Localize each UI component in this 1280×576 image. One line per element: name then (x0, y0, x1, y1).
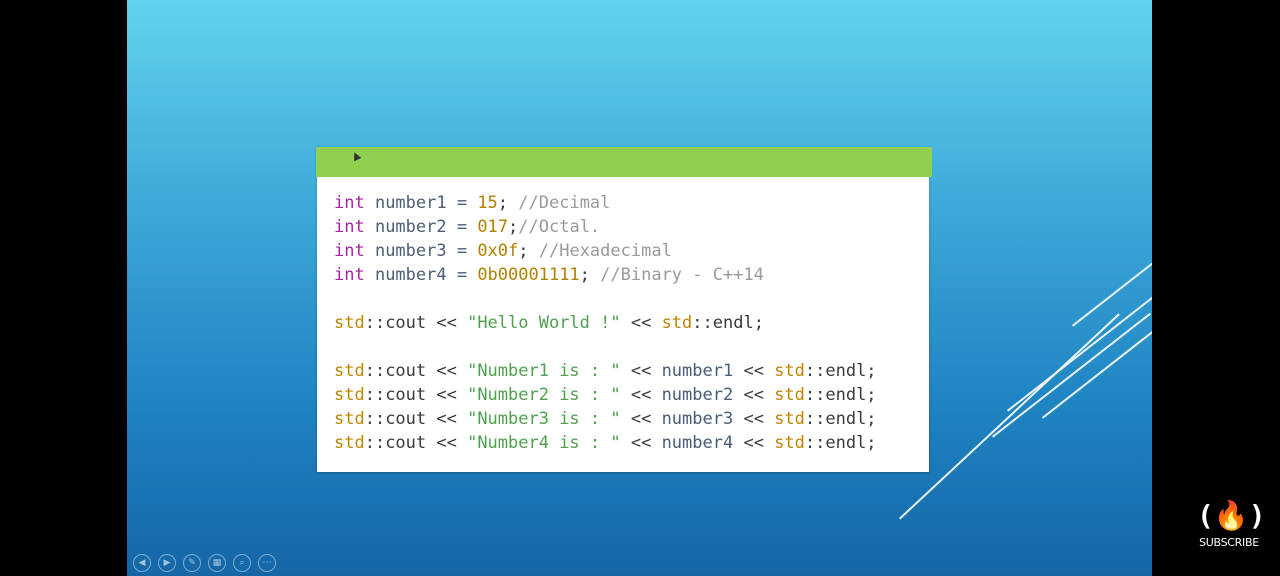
code-line: std::cout << "Hello World !" << std::end… (334, 311, 877, 335)
code-token: ::cout << (364, 409, 468, 429)
code-snippet-box: int number1 = 15; //Decimal int number2 =… (316, 147, 932, 472)
code-token: << (620, 385, 662, 405)
freecodecamp-subscribe-badge[interactable]: (🔥) SUBSCRIBE (1197, 492, 1266, 556)
code-token: << (733, 409, 775, 429)
code-token: ; (518, 241, 539, 261)
code-body: int number1 = 15; //Decimal int number2 =… (334, 191, 877, 455)
code-token: int (334, 265, 365, 285)
code-token: << (620, 409, 662, 429)
code-token: ::cout << (364, 385, 468, 405)
code-token: int (334, 217, 365, 237)
code-token: 0b00001111 (477, 265, 580, 285)
code-token: //Hexadecimal (538, 241, 672, 261)
code-token: 017 (477, 217, 509, 237)
code-token: std (334, 313, 365, 333)
code-token: "Number1 is : " (467, 361, 621, 381)
code-token: //Binary - C++14 (600, 265, 764, 285)
code-token: std (334, 409, 365, 429)
code-line: std::cout << "Number3 is : " << number3 … (334, 407, 877, 431)
code-token: std (334, 433, 365, 453)
code-line: int number3 = 0x0f; //Hexadecimal (334, 239, 877, 263)
code-token: number4 = (364, 265, 478, 285)
freecodecamp-logo-icon: (🔥) (1197, 499, 1266, 532)
code-token: "Hello World !" (467, 313, 621, 333)
code-token: std (334, 385, 365, 405)
code-box-header-bar (316, 147, 932, 177)
code-token: ::cout << (364, 313, 468, 333)
code-token: number2 (661, 385, 734, 405)
code-token: std (774, 385, 805, 405)
code-token: "Number2 is : " (467, 385, 621, 405)
code-line: std::cout << "Number4 is : " << number4 … (334, 431, 877, 455)
code-token: << (733, 433, 775, 453)
code-token: "Number4 is : " (467, 433, 621, 453)
slides-grid-icon[interactable]: ▦ (208, 554, 226, 572)
code-token: ; (497, 193, 519, 213)
code-token: int (334, 193, 365, 213)
code-token: ::endl; (804, 409, 877, 429)
slideshow-nav-bar: ◀ ▶ ✎ ▦ ⌕ ⋯ (133, 554, 276, 572)
zoom-icon[interactable]: ⌕ (233, 554, 251, 572)
code-token: //Octal. (518, 217, 601, 237)
code-token: ::endl; (692, 313, 764, 333)
pen-icon[interactable]: ✎ (183, 554, 201, 572)
decorative-line (1007, 296, 1152, 412)
code-token: number1 = (364, 193, 478, 213)
code-token: ::cout << (364, 361, 468, 381)
code-token: << (620, 313, 662, 333)
code-line: int number4 = 0b00001111; //Binary - C++… (334, 263, 877, 287)
code-token: ::endl; (804, 361, 877, 381)
decorative-line (992, 312, 1151, 438)
code-token: number3 (661, 409, 734, 429)
code-line: int number1 = 15; //Decimal (334, 191, 877, 215)
code-token: ::cout << (364, 433, 468, 453)
code-token: number2 = (364, 217, 478, 237)
code-token: number3 = (364, 241, 478, 261)
code-token: << (620, 433, 662, 453)
code-token: "Number3 is : " (467, 409, 621, 429)
subscribe-label: SUBSCRIBE (1199, 536, 1259, 549)
decorative-line (1072, 257, 1152, 327)
code-token: number4 (661, 433, 734, 453)
more-options-icon[interactable]: ⋯ (258, 554, 276, 572)
code-token: << (620, 361, 662, 381)
code-token: int (334, 241, 365, 261)
code-token: std (661, 313, 693, 333)
code-token: 0x0f (477, 241, 519, 261)
decorative-line (899, 313, 1120, 520)
code-token: number1 (661, 361, 734, 381)
code-token: ; (579, 265, 601, 285)
code-token: ::endl; (804, 385, 877, 405)
code-token: 15 (477, 193, 498, 213)
code-line: int number2 = 017;//Octal. (334, 215, 877, 239)
code-token: ; (508, 217, 519, 237)
code-token: std (334, 361, 365, 381)
code-token: std (774, 361, 805, 381)
code-token: << (733, 361, 775, 381)
code-token: //Decimal (518, 193, 611, 213)
code-line: std::cout << "Number1 is : " << number1 … (334, 359, 877, 383)
presentation-slide: int number1 = 15; //Decimal int number2 =… (127, 0, 1152, 576)
next-slide-icon[interactable]: ▶ (158, 554, 176, 572)
code-token: std (774, 433, 805, 453)
code-token: ::endl; (804, 433, 877, 453)
code-token: << (733, 385, 775, 405)
code-line: std::cout << "Number2 is : " << number2 … (334, 383, 877, 407)
code-token: std (774, 409, 805, 429)
prev-slide-icon[interactable]: ◀ (133, 554, 151, 572)
